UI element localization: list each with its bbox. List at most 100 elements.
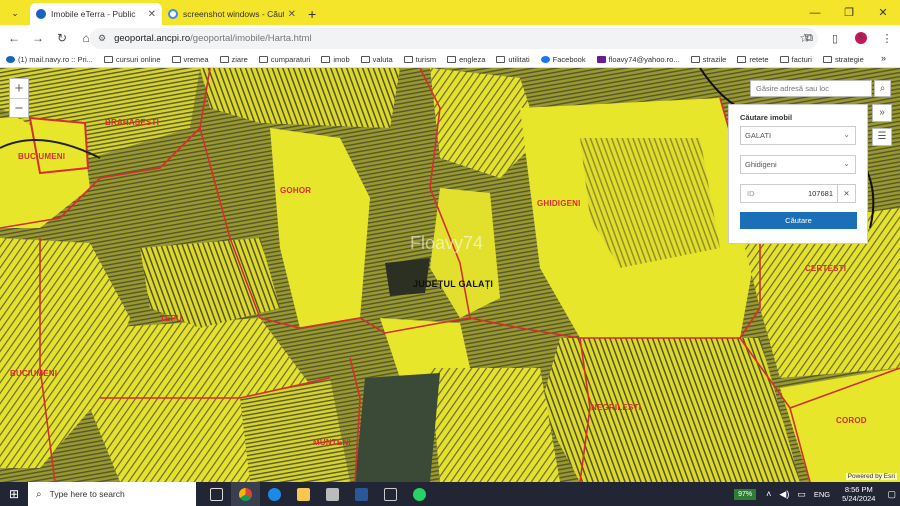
- windows-taskbar: ⊞ ⌕ Type here to search 97% ˄ ◀) ▭ ENG 8…: [0, 482, 900, 506]
- folder-icon: [447, 55, 457, 63]
- bookmark-retete[interactable]: retete: [737, 55, 769, 64]
- edge-icon[interactable]: [260, 482, 289, 506]
- folder-icon: [779, 55, 789, 63]
- whatsapp-icon[interactable]: [405, 482, 434, 506]
- windows-start-icon[interactable]: ⊞: [0, 487, 28, 501]
- folder-icon: [171, 55, 181, 63]
- speaker-icon[interactable]: ◀): [779, 489, 789, 500]
- chevron-up-icon[interactable]: ˄: [766, 489, 771, 499]
- tab-imobile-eterra[interactable]: Imobile eTerra - Public ✕: [30, 3, 162, 25]
- territory-label-buciumeni-north: BUCIUMENI: [18, 152, 66, 161]
- chevron-down-icon: ⌄: [843, 130, 850, 139]
- network-icon[interactable]: ▭: [797, 489, 806, 500]
- bookmark-facebook[interactable]: Facebook: [540, 55, 586, 64]
- collapse-panel-icon[interactable]: »: [872, 104, 892, 122]
- chevron-down-icon: ⌄: [843, 159, 850, 168]
- territory-label-munteni: MUNTENI: [313, 438, 351, 447]
- bookmark-turism[interactable]: turism: [403, 55, 436, 64]
- close-icon[interactable]: ✕: [148, 9, 156, 20]
- bookmark-strazile[interactable]: strazile: [690, 55, 726, 64]
- more-bookmarks-icon[interactable]: »: [881, 53, 886, 63]
- notification-icon[interactable]: ▢: [887, 489, 896, 500]
- property-search-panel: Căutare imobil GALATI ⌄ Ghidigeni ⌄ ID 1…: [728, 104, 868, 244]
- search-icon: ⌕: [36, 488, 42, 500]
- folder-icon: [360, 55, 370, 63]
- folder-icon: [219, 55, 229, 63]
- folder-icon: [822, 55, 832, 63]
- bookmark-engleza[interactable]: engleza: [447, 55, 485, 64]
- tab-title: Imobile eTerra - Public: [51, 9, 136, 19]
- taskbar-apps: [202, 482, 434, 506]
- word-icon[interactable]: [347, 482, 376, 506]
- store-icon[interactable]: [318, 482, 347, 506]
- bookmark-utilitati[interactable]: utilitati: [496, 55, 530, 64]
- county-select[interactable]: GALATI ⌄: [740, 126, 856, 145]
- window-controls: — ❐ ✕: [798, 0, 900, 25]
- territory-label-corod: COROD: [836, 416, 867, 425]
- bookmark-ziare[interactable]: ziare: [219, 55, 248, 64]
- territory-label-gohor: GOHOR: [280, 186, 312, 195]
- file-explorer-icon[interactable]: [289, 482, 318, 506]
- task-view-icon[interactable]: [202, 482, 231, 506]
- tab-search-button[interactable]: ⌄: [4, 2, 26, 24]
- layer-list-icon[interactable]: ☰: [872, 128, 892, 146]
- system-tray: 97% ˄ ◀) ▭ ENG 8:56 PM 5/24/2024 ▢: [734, 482, 900, 506]
- zoom-in-button[interactable]: +: [10, 79, 28, 98]
- search-button[interactable]: Căutare: [740, 212, 857, 229]
- territory-label-buciumeni-south: BUCIUMENI: [10, 369, 58, 378]
- map-view[interactable]: BRAHASESTI BUCIUMENI GOHOR GHIDIGENI JUD…: [0, 68, 900, 482]
- tab-favicon: [36, 9, 46, 19]
- bookmark-imob[interactable]: imob: [321, 55, 350, 64]
- watermark-text: Floavy74: [410, 233, 484, 253]
- bookmark-cursuri[interactable]: cursuri online: [103, 55, 161, 64]
- folder-icon: [103, 55, 113, 63]
- territory-label-tepu: TEPU: [160, 314, 183, 323]
- menu-icon[interactable]: ⋮: [874, 32, 900, 45]
- property-id-input[interactable]: ID 107681 ✕: [740, 184, 856, 203]
- close-icon[interactable]: ✕: [288, 9, 296, 20]
- url-text: geoportal.ancpi.ro/geoportal/imobile/Har…: [114, 33, 312, 44]
- minimize-icon[interactable]: —: [798, 7, 832, 19]
- bookmark-yahoo[interactable]: floavy74@yahoo.ro...: [596, 55, 680, 64]
- folder-icon: [690, 55, 700, 63]
- bookmark-cumparaturi[interactable]: cumparaturi: [258, 55, 310, 64]
- google-icon: [168, 9, 178, 19]
- address-bar[interactable]: ⚙ geoportal.ancpi.ro/geoportal/imobile/H…: [90, 28, 818, 49]
- tab-screenshot-search[interactable]: screenshot windows - Căutare ✕: [162, 3, 302, 25]
- panel-title: Căutare imobil: [740, 113, 793, 122]
- language-indicator[interactable]: ENG: [814, 490, 830, 499]
- battery-indicator[interactable]: 97%: [734, 488, 757, 500]
- bookmark-vremea[interactable]: vremea: [171, 55, 209, 64]
- taskbar-search[interactable]: ⌕ Type here to search: [28, 482, 196, 506]
- new-tab-button[interactable]: +: [308, 6, 316, 22]
- site-info-icon[interactable]: ⚙: [98, 33, 106, 44]
- mail-app-icon[interactable]: [376, 482, 405, 506]
- extensions-icon[interactable]: ⧉: [796, 32, 822, 45]
- bookmark-strategie[interactable]: strategie: [822, 55, 864, 64]
- mail-icon: [6, 55, 15, 63]
- browser-toolbar: ← → ↻ ⌂ ⚙ geoportal.ancpi.ro/geoportal/i…: [0, 25, 900, 51]
- search-icon[interactable]: ⌕: [874, 80, 891, 97]
- yahoo-icon: [596, 55, 606, 63]
- reload-icon[interactable]: ↻: [52, 31, 72, 45]
- facebook-icon: [540, 55, 550, 63]
- close-window-icon[interactable]: ✕: [866, 6, 900, 19]
- restore-icon[interactable]: ❐: [832, 6, 866, 19]
- back-icon[interactable]: ←: [4, 31, 24, 45]
- bookmark-valuta[interactable]: valuta: [360, 55, 393, 64]
- zoom-out-button[interactable]: −: [10, 98, 28, 117]
- territory-label-negrilesti: NEGRILESTI: [591, 403, 642, 412]
- clock[interactable]: 8:56 PM 5/24/2024: [842, 485, 875, 503]
- folder-icon: [403, 55, 413, 63]
- zoom-control: + −: [9, 78, 29, 118]
- address-search-input[interactable]: [750, 80, 872, 97]
- bookmark-mail[interactable]: (1) mail.navy.ro :: Pri...: [6, 55, 93, 64]
- profile-avatar[interactable]: K: [855, 32, 867, 44]
- bookmark-facturi[interactable]: facturi: [779, 55, 812, 64]
- forward-icon[interactable]: →: [28, 31, 48, 45]
- sidebar-icon[interactable]: ▯: [822, 32, 848, 45]
- clear-icon[interactable]: ✕: [837, 185, 855, 202]
- territory-label-certesti: CERTESTI: [805, 264, 847, 273]
- chrome-icon[interactable]: [231, 482, 260, 506]
- uat-select[interactable]: Ghidigeni ⌄: [740, 155, 856, 174]
